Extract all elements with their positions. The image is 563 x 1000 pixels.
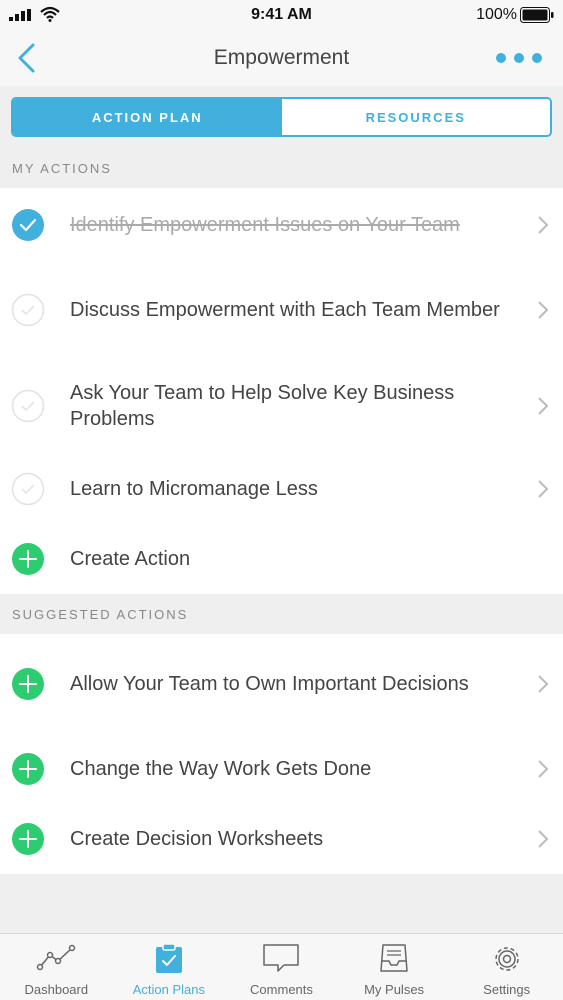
- tab-label: Action Plans: [132, 982, 206, 997]
- battery-icon: [520, 7, 554, 23]
- unchecked-circle-icon[interactable]: [11, 293, 45, 327]
- add-circle-icon[interactable]: [11, 752, 45, 786]
- suggested-action-label: Change the Way Work Gets Done: [70, 758, 372, 780]
- list-item[interactable]: Change the Way Work Gets Done: [0, 734, 563, 804]
- list-item[interactable]: Create Decision Worksheets: [0, 804, 563, 874]
- action-label: Discuss Empowerment with Each Team Membe…: [70, 299, 500, 321]
- create-action-label: Create Action: [70, 548, 191, 570]
- action-label: Ask Your Team to Help Solve Key Business…: [70, 382, 455, 430]
- tab-action-plans[interactable]: Action Plans: [113, 934, 226, 1000]
- speech-bubble-icon: [263, 944, 300, 972]
- action-label: Learn to Micromanage Less: [70, 478, 318, 500]
- tab-action-plan[interactable]: ACTION PLAN: [13, 99, 282, 135]
- checked-circle-icon[interactable]: [11, 208, 45, 242]
- chart-line-icon: [37, 944, 76, 971]
- list-item[interactable]: Ask Your Team to Help Solve Key Business…: [0, 358, 563, 454]
- navigation-bar: Empowerment: [0, 30, 563, 86]
- unchecked-circle-icon[interactable]: [11, 472, 45, 506]
- section-header-label: SUGGESTED ACTIONS: [12, 607, 189, 622]
- tab-label: Comments: [250, 982, 313, 997]
- battery-percentage: 100%: [476, 6, 517, 23]
- add-circle-icon[interactable]: [11, 542, 45, 576]
- section-header-my-actions: MY ACTIONS: [0, 148, 563, 188]
- section-header-label: MY ACTIONS: [12, 161, 112, 176]
- tab-my-pulses[interactable]: My Pulses: [338, 934, 451, 1000]
- list-item[interactable]: Learn to Micromanage Less: [0, 454, 563, 524]
- status-bar: 9:41 AM 100%: [0, 0, 563, 30]
- tab-label: Dashboard: [24, 982, 89, 997]
- tab-settings[interactable]: Settings: [450, 934, 563, 1000]
- chevron-right-icon: [538, 397, 549, 415]
- chevron-right-icon: [538, 675, 549, 693]
- tab-resources[interactable]: RESOURCES: [281, 99, 550, 135]
- suggested-action-label: Allow Your Team to Own Important Decisio…: [70, 673, 469, 695]
- suggested-actions-list: Allow Your Team to Own Important Decisio…: [0, 634, 563, 874]
- create-action-button[interactable]: Create Action: [0, 524, 563, 594]
- suggested-action-label: Create Decision Worksheets: [70, 828, 324, 850]
- clipboard-check-icon: [155, 943, 182, 973]
- gear-icon: [494, 947, 519, 971]
- page-title: Empowerment: [213, 46, 350, 69]
- tab-bar: Dashboard Action Plans Comments My Pulse…: [0, 933, 563, 1000]
- tab-label: Settings: [483, 982, 531, 997]
- chevron-right-icon: [538, 216, 549, 234]
- tab-label: My Pulses: [364, 982, 425, 997]
- list-item[interactable]: Discuss Empowerment with Each Team Membe…: [0, 262, 563, 358]
- tab-comments[interactable]: Comments: [225, 934, 338, 1000]
- chevron-right-icon: [538, 830, 549, 848]
- list-item[interactable]: Identify Empowerment Issues on Your Team: [0, 188, 563, 262]
- chevron-right-icon: [538, 480, 549, 498]
- chevron-right-icon: [538, 760, 549, 778]
- unchecked-circle-icon[interactable]: [11, 389, 45, 423]
- list-item[interactable]: Allow Your Team to Own Important Decisio…: [0, 634, 563, 734]
- section-header-suggested-actions: SUGGESTED ACTIONS: [0, 594, 563, 634]
- tab-dashboard[interactable]: Dashboard: [0, 934, 113, 1000]
- chevron-right-icon: [538, 301, 549, 319]
- more-options-icon[interactable]: [495, 48, 543, 68]
- inbox-tray-icon: [380, 944, 408, 972]
- add-circle-icon[interactable]: [11, 667, 45, 701]
- my-actions-list: Identify Empowerment Issues on Your Team…: [0, 188, 563, 594]
- segmented-control: ACTION PLAN RESOURCES: [11, 97, 552, 137]
- add-circle-icon[interactable]: [11, 822, 45, 856]
- action-label: Identify Empowerment Issues on Your Team: [70, 214, 460, 236]
